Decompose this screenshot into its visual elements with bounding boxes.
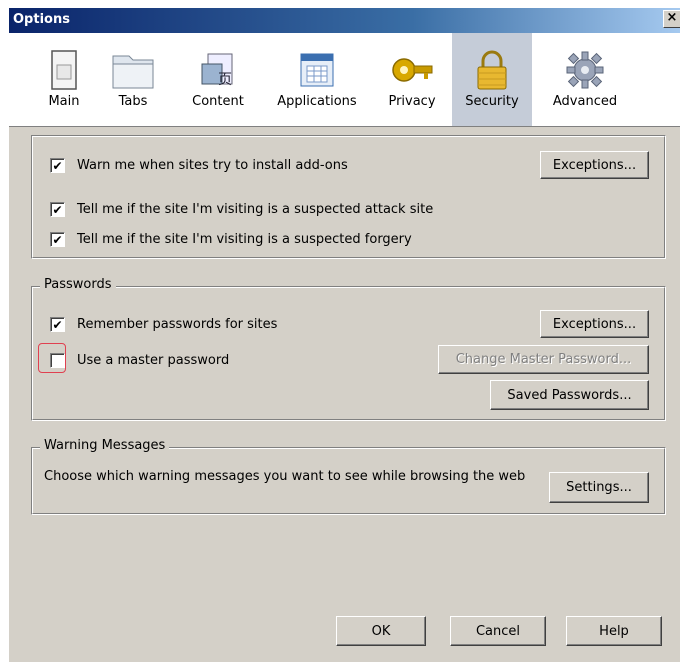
checkbox[interactable]: ✔ (50, 158, 65, 173)
addons-exceptions-button[interactable]: Exceptions... (540, 151, 649, 179)
pane-label: Privacy (388, 94, 436, 109)
saved-passwords-button[interactable]: Saved Passwords... (490, 380, 649, 410)
master-password-checkbox[interactable]: Use a master password (50, 353, 229, 368)
checkbox-label: Tell me if the site I'm visiting is a su… (77, 232, 412, 247)
pane-label: Advanced (552, 94, 618, 109)
warning-messages-legend: Warning Messages (40, 438, 170, 453)
checkbox-label: Use a master password (77, 353, 230, 368)
pane-label: Applications (277, 94, 357, 109)
highlight-box (38, 343, 66, 373)
checkbox[interactable]: ✔ (50, 317, 65, 332)
cancel-button[interactable]: Cancel (450, 616, 546, 646)
passwords-legend: Passwords (40, 277, 116, 292)
passwords-exceptions-button[interactable]: Exceptions... (540, 310, 649, 338)
applications-icon (295, 48, 339, 92)
main-window-icon (42, 48, 86, 92)
title-bar[interactable]: Options × (9, 8, 680, 33)
svg-text:页: 页 (218, 72, 232, 88)
pane-label: Main (48, 94, 80, 109)
pane-label: Content (192, 94, 244, 109)
pane-applications[interactable]: Applications (274, 33, 360, 126)
pane-label: Tabs (118, 94, 148, 109)
privacy-key-icon (390, 48, 434, 92)
content-page-icon: 页 (196, 48, 240, 92)
checkbox[interactable]: ✔ (50, 232, 65, 247)
change-master-password-button[interactable]: Change Master Password... (438, 345, 649, 374)
forgery-checkbox[interactable]: ✔ Tell me if the site I'm visiting is a … (50, 232, 412, 247)
checkbox[interactable]: ✔ (50, 202, 65, 217)
pane-main[interactable]: Main (39, 33, 89, 126)
pane-content[interactable]: 页 Content (188, 33, 248, 126)
close-icon: × (666, 10, 678, 25)
pane-label: Security (465, 94, 519, 109)
checkbox-label: Remember passwords for sites (77, 317, 278, 332)
tabs-folder-icon (111, 48, 155, 92)
pane-privacy[interactable]: Privacy (384, 33, 440, 126)
remember-passwords-checkbox[interactable]: ✔ Remember passwords for sites (50, 317, 277, 332)
warning-description: Choose which warning messages you want t… (44, 469, 526, 484)
attack-site-checkbox[interactable]: ✔ Tell me if the site I'm visiting is a … (50, 202, 433, 217)
window-title: Options (13, 12, 70, 27)
warn-addons-checkbox[interactable]: ✔ Warn me when sites try to install add-… (50, 158, 348, 173)
help-button[interactable]: Help (566, 616, 662, 646)
pane-tabs[interactable]: Tabs (107, 33, 159, 126)
pane-toolbar: Main Tabs 页 Content Applications Privacy… (9, 33, 680, 127)
gear-icon (563, 48, 607, 92)
close-button[interactable]: × (663, 10, 680, 28)
padlock-icon (470, 48, 514, 92)
pane-security[interactable]: Security (452, 33, 532, 126)
checkbox-label: Tell me if the site I'm visiting is a su… (77, 202, 434, 217)
ok-button[interactable]: OK (336, 616, 426, 646)
settings-button[interactable]: Settings... (549, 472, 649, 503)
checkbox-label: Warn me when sites try to install add-on… (77, 158, 348, 173)
pane-advanced[interactable]: Advanced (545, 33, 625, 126)
